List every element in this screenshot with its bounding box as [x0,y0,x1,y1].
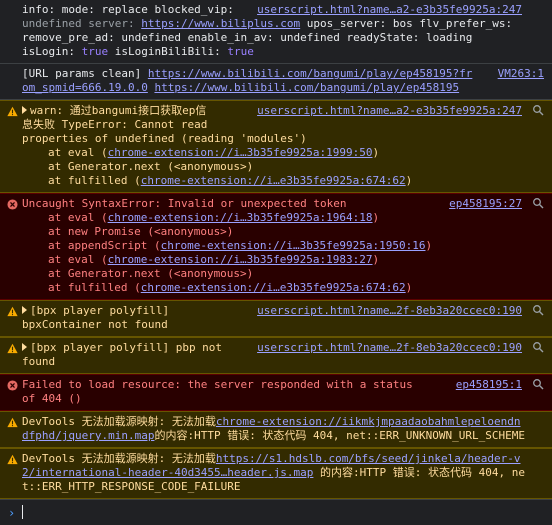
console-message-warning: [bpx player polyfill] pbp not userscript… [0,337,552,374]
url-link[interactable]: https://www.bilibili.com/bangumi/play/ep… [148,67,473,80]
magnifier-icon[interactable] [532,304,544,316]
server-url-link[interactable]: https://www.biliplus.com [141,17,300,30]
magnifier-icon[interactable] [532,378,544,390]
source-link[interactable]: userscript.html?name…a2-e3b35fe9925a:247 [257,3,522,17]
source-link[interactable]: ep458195:1 [456,378,522,392]
warning-triangle-icon [7,306,18,317]
message-text: DevTools 无法加载源映射: 无法加载 [22,452,216,465]
stack-frame: at eval (chrome-extension://i…3b35fe9925… [48,211,380,224]
message-text: [bpx player polyfill] pbp not [30,341,223,354]
expand-triangle-icon[interactable] [22,306,27,314]
source-link[interactable]: VM263:1 [498,67,544,81]
stack-frame: at eval (chrome-extension://i…3b35fe9925… [48,146,380,159]
message-text: Uncaught SyntaxError: Invalid or unexpec… [22,197,347,210]
stack-link[interactable]: chrome-extension://i…3b35fe9925a:1950:16 [161,239,426,252]
message-text: isLoginBiliBili: [108,45,228,58]
message-text: [URL params clean] [22,67,148,80]
text-caret [22,505,23,519]
stack-frame: at Generator.next (<anonymous>) [48,267,254,280]
source-link[interactable]: userscript.html?name…2f-8eb3a20ccec0:190 [257,341,522,355]
console-message-warning: DevTools 无法加载源映射: 无法加载chrome-extension:/… [0,411,552,448]
message-text: of 404 () [22,392,82,405]
stack-frame: at Generator.next (<anonymous>) [48,160,254,173]
expand-triangle-icon[interactable] [22,106,27,114]
message-text: [bpx player polyfill] [30,304,170,317]
message-text: remove_pre_ad: undefined enable_in_av: u… [22,31,473,44]
url-link[interactable]: om_spmid=666.19.0.0 [22,81,148,94]
source-link[interactable]: userscript.html?name…a2-e3b35fe9925a:247 [257,104,522,118]
message-text: info: mode: replace blocked_vip: [22,3,234,16]
stack-link[interactable]: chrome-extension://i…3b35fe9925a:1999:50 [108,146,373,159]
stack-frame: at fulfilled (chrome-extension://i…e3b35… [48,281,413,294]
message-text: properties of undefined (reading 'module… [22,132,307,145]
url-link[interactable]: https://www.bilibili.com/bangumi/play/ep… [154,81,459,94]
stack-frame: at appendScript (chrome-extension://i…3b… [48,239,433,252]
magnifier-icon[interactable] [532,341,544,353]
warning-triangle-icon [7,343,18,354]
stack-frame: at eval (chrome-extension://i…3b35fe9925… [48,253,380,266]
warning-triangle-icon [7,454,18,465]
bool-value: true [81,45,109,58]
message-text: upos_server: bos flv_prefer_ws: [300,17,513,30]
stack-link[interactable]: chrome-extension://i…e3b35fe9925a:674:62 [141,174,406,187]
bool-value: true [227,45,254,58]
expand-triangle-icon[interactable] [22,343,27,351]
message-text: DevTools 无法加载源映射: 无法加载 [22,415,216,428]
stack-link[interactable]: chrome-extension://i…e3b35fe9925a:674:62 [141,281,406,294]
error-circle-icon [7,199,18,210]
stack-frame: at new Promise (<anonymous>) [48,225,234,238]
message-text: 的内容:HTTP 错误: 状态代码 404, net::ERR_UNKNOWN_… [154,429,525,442]
stack-link[interactable]: chrome-extension://i…3b35fe9925a:1964:18 [108,211,373,224]
magnifier-icon[interactable] [532,197,544,209]
message-text: Failed to load resource: the server resp… [22,378,413,391]
message-text: found [22,355,56,368]
console-message-error: Failed to load resource: the server resp… [0,374,552,411]
magnifier-icon[interactable] [532,104,544,116]
stack-frame: at fulfilled (chrome-extension://i…e3b35… [48,174,413,187]
error-circle-icon [7,380,18,391]
console-prompt[interactable]: › [0,499,552,525]
stack-link[interactable]: chrome-extension://i…3b35fe9925a:1983:27 [108,253,373,266]
warning-triangle-icon [7,106,18,117]
source-link[interactable]: ep458195:27 [449,197,522,211]
chevron-right-icon: › [8,506,16,520]
message-text: 息失败 TypeError: Cannot read [22,118,208,131]
message-text: undefined server: [22,17,142,30]
console-message-info: [URL params clean] https://www.bilibili.… [0,64,552,100]
source-link[interactable]: userscript.html?name…2f-8eb3a20ccec0:190 [257,304,522,318]
console-message-error: Uncaught SyntaxError: Invalid or unexpec… [0,193,552,300]
console-panel: info: mode: replace blocked_vip: userscr… [0,0,552,499]
message-text: isLogin: [22,45,82,58]
console-message-warning: DevTools 无法加载源映射: 无法加载https://s1.hdslb.c… [0,448,552,499]
message-text: warn: 通过bangumi接口获取ep信 [30,104,207,117]
console-message-warning: [bpx player polyfill] userscript.html?na… [0,300,552,337]
message-text: bpxContainer not found [22,318,168,331]
console-message-info: info: mode: replace blocked_vip: userscr… [0,0,552,64]
console-message-warning: warn: 通过bangumi接口获取ep信 userscript.html?n… [0,100,552,193]
warning-triangle-icon [7,417,18,428]
